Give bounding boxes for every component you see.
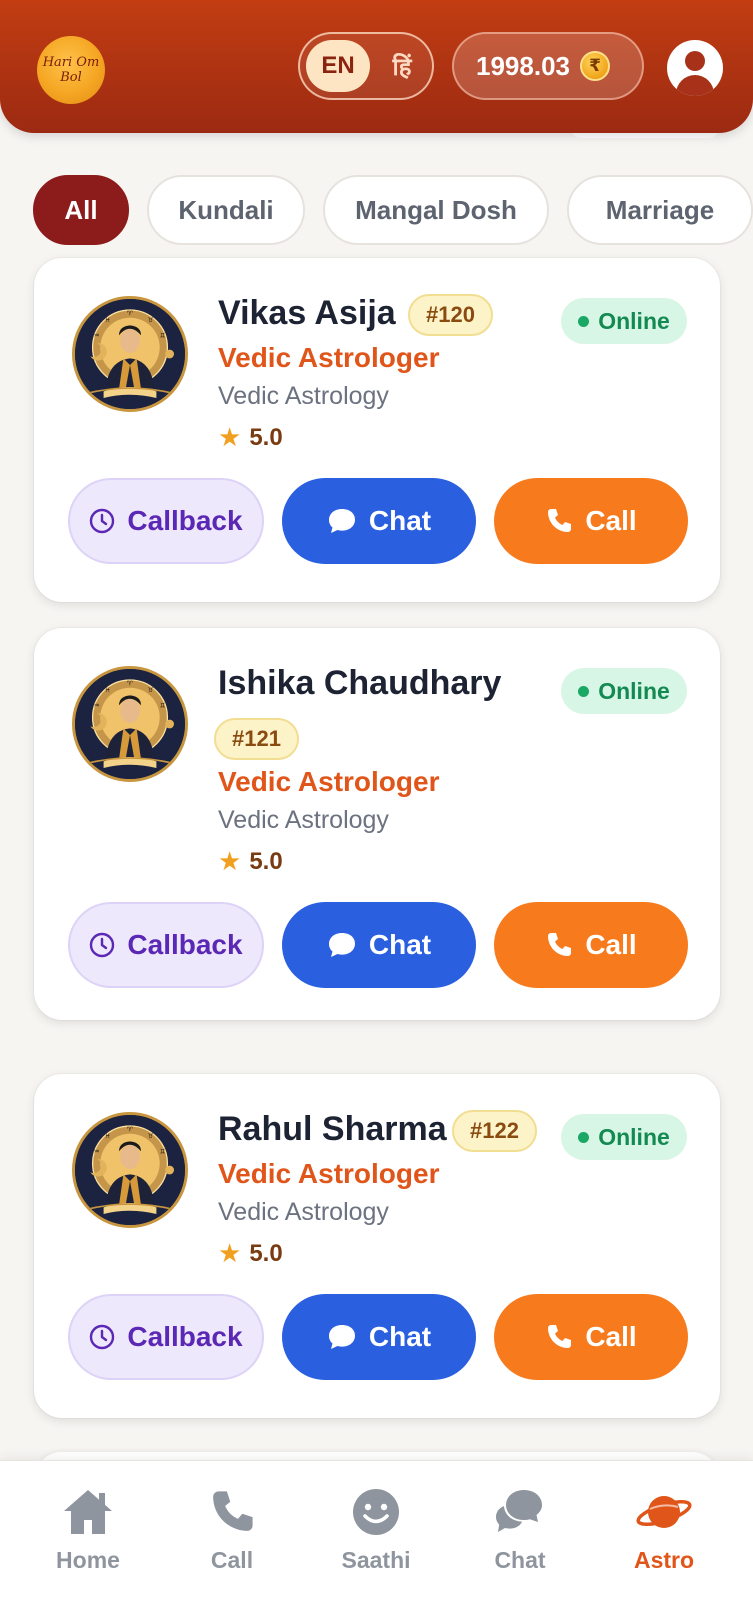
app-header: Hari Om Bol EN हिं 1998.03 ₹ [0,0,753,133]
status-badge: Online [561,668,687,714]
astrologer-id-badge: #120 [408,294,493,336]
callback-label: Callback [127,505,243,536]
online-dot-icon [578,315,590,327]
callback-button[interactable]: Callback [68,902,264,988]
astrologer-avatar[interactable] [72,1112,188,1228]
call-button[interactable]: Call [494,1294,688,1380]
bottom-navigation: Home Call Saathi Chat Astro [0,1460,753,1600]
callback-label: Callback [127,929,243,960]
nav-label-saathi: Saathi [341,1547,411,1573]
filter-chip-kundali[interactable]: Kundali [147,175,305,245]
chat-button[interactable]: Chat [282,1294,476,1380]
online-dot-icon [578,1131,590,1143]
clock-icon [90,1324,115,1350]
clock-icon [90,508,115,534]
rating-value: 5.0 [249,1239,283,1267]
clock-icon [90,932,115,958]
astrologer-rating: ★ 5.0 [218,422,283,453]
filter-chip-marriage[interactable]: Marriage [567,175,753,245]
call-button[interactable]: Call [494,902,688,988]
chat-bubble-icon [328,1325,355,1349]
status-label: Online [598,1123,670,1150]
astrologer-role: Vedic Astrologer [218,766,440,797]
nav-item-call[interactable]: Call [172,1485,292,1585]
home-icon [64,1490,112,1534]
wallet-balance-button[interactable]: 1998.03 ₹ [452,32,644,100]
astrologer-role: Vedic Astrologer [218,342,440,373]
rating-value: 5.0 [249,847,283,875]
status-badge: Online [561,1114,687,1160]
user-icon-head [685,51,705,71]
callback-button[interactable]: Callback [68,1294,264,1380]
logo-text-line-2: Bol [60,70,82,85]
astrologer-avatar[interactable] [72,296,188,412]
call-label: Call [585,1321,637,1352]
nav-label-home: Home [56,1547,120,1573]
rating-value: 5.0 [249,423,283,451]
astrologer-id-badge: #121 [214,718,299,760]
chat-button[interactable]: Chat [282,902,476,988]
callback-button[interactable]: Callback [68,478,264,564]
chat-label: Chat [368,929,432,960]
chat-button[interactable]: Chat [282,478,476,564]
online-dot-icon [578,685,590,697]
status-badge: Online [561,298,687,344]
rupee-coin-icon: ₹ [579,51,610,81]
planet-icon [636,1496,692,1528]
nav-item-astro[interactable]: Astro [604,1485,724,1585]
astrologer-id-badge: #122 [452,1110,537,1152]
astrologer-role: Vedic Astrologer [218,1158,440,1189]
call-label: Call [585,929,637,960]
star-icon: ★ [218,422,242,452]
phone-icon [548,933,572,956]
smiley-icon [353,1489,399,1535]
filter-chip-all[interactable]: All [33,175,129,245]
profile-avatar-button[interactable] [667,40,723,96]
nav-item-home[interactable]: Home [28,1485,148,1585]
lang-option-en[interactable]: EN [306,40,370,92]
nav-item-chat[interactable]: Chat [460,1485,580,1585]
nav-label-call: Call [210,1547,254,1573]
astrologer-name: Vikas Asija [218,294,396,332]
chat-bubble-icon [328,933,355,957]
astrologer-specialty: Vedic Astrology [218,382,389,410]
category-filter-bar: All Kundali Mangal Dosh Marriage [33,175,753,247]
chat-bubbles-icon [496,1490,542,1532]
astrologer-name: Ishika Chaudhary [218,664,502,702]
filter-chip-mangal-dosh[interactable]: Mangal Dosh [323,175,549,245]
astrologer-card[interactable]: Rahul Sharma #122 Online Vedic Astrologe… [34,1074,720,1418]
star-icon: ★ [218,846,242,876]
nav-item-saathi[interactable]: Saathi [316,1485,436,1585]
call-label: Call [585,505,637,536]
star-icon: ★ [218,1238,242,1268]
astrologer-specialty: Vedic Astrology [218,1198,389,1226]
wallet-balance: 1998.03 [476,50,570,81]
status-label: Online [598,677,670,704]
user-icon-body [676,75,714,96]
chat-label: Chat [368,505,432,536]
astrologer-name: Rahul Sharma [218,1110,447,1148]
language-toggle[interactable]: EN हिं [298,32,434,100]
astrologer-card[interactable]: Vikas Asija #120 Online Vedic Astrologer… [34,258,720,602]
astrologer-rating: ★ 5.0 [218,1238,283,1269]
astrologer-avatar[interactable] [72,666,188,782]
astrologer-card[interactable]: Ishika Chaudhary #121 Online Vedic Astro… [34,628,720,1020]
callback-label: Callback [127,1321,243,1352]
astrologer-specialty: Vedic Astrology [218,806,389,834]
nav-label-astro: Astro [633,1547,695,1573]
lang-option-hi[interactable]: हिं [378,40,426,92]
app-logo[interactable]: Hari Om Bol [37,36,105,104]
chat-bubble-icon [328,509,355,533]
phone-icon [548,1325,572,1348]
astrologer-rating: ★ 5.0 [218,846,283,877]
phone-icon [213,1491,253,1531]
phone-icon [548,509,572,532]
nav-label-chat: Chat [494,1547,546,1573]
call-button[interactable]: Call [494,478,688,564]
status-label: Online [598,307,670,334]
logo-text-line-1: Hari Om [42,55,100,70]
chat-label: Chat [368,1321,432,1352]
